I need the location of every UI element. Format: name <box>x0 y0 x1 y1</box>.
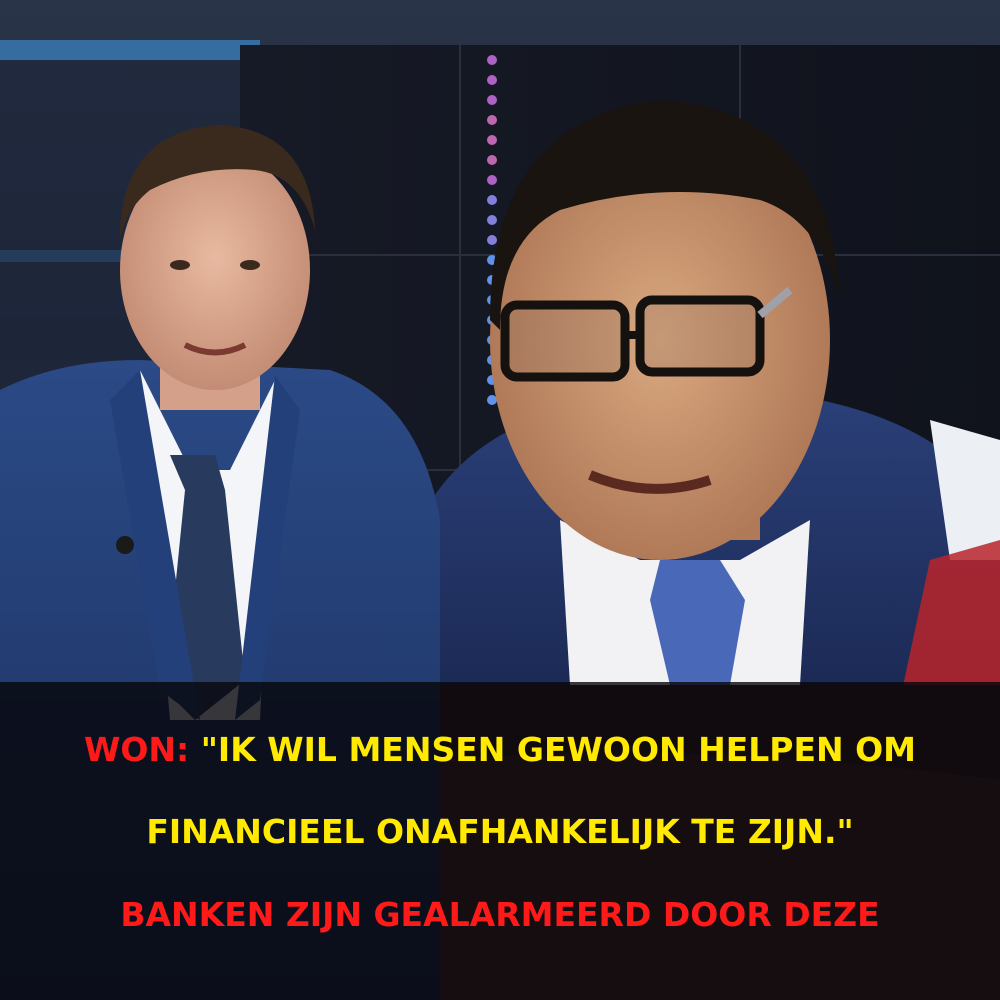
blue-light-strip-top <box>0 40 260 60</box>
caption-quote-part-1: "IK WIL MENSEN GEWOON HELPEN OM <box>189 730 917 769</box>
caption-quote-line-2: FINANCIEEL ONAFHANKELIJK TE ZIJN." <box>146 812 854 851</box>
caption-speaker: WON: <box>83 730 190 769</box>
caption-headline: BANKEN ZIJN GEALARMEERD DOOR DEZE <box>120 895 880 934</box>
caption-quote-line-1: WON: "IK WIL MENSEN GEWOON HELPEN OM <box>0 730 1000 770</box>
